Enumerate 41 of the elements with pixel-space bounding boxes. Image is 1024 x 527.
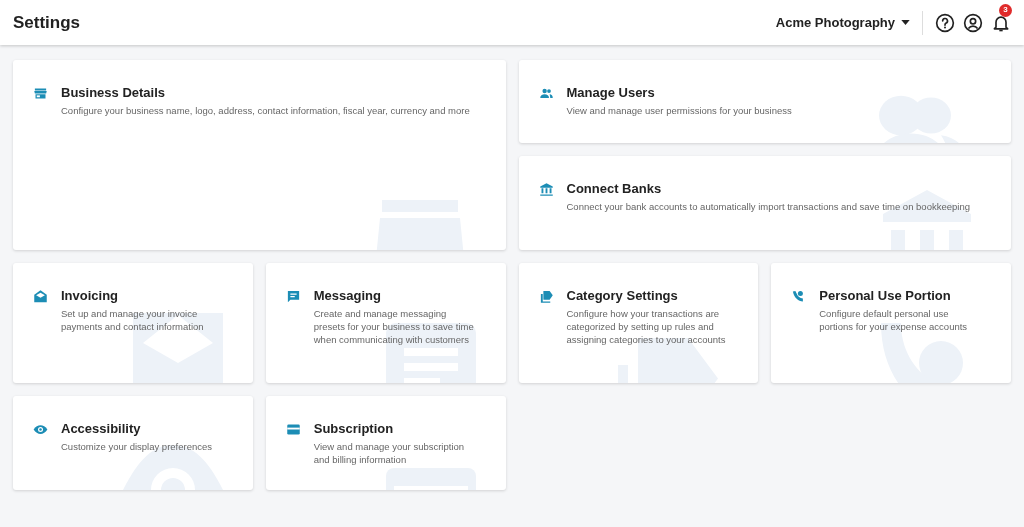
envelope-icon (33, 289, 48, 304)
bank-icon (538, 182, 554, 197)
settings-card[interactable]: Invoicing Set up and manage your invoice payments and contact information (13, 263, 253, 383)
card-description: Configure your business name, logo, address, contact information, fiscal year, currency and more (61, 104, 470, 117)
card-title: Invoicing (61, 288, 120, 304)
card-description: Create and manage messaging presets for your business to save time when communicating with customers (313, 307, 475, 346)
page-title: Settings (13, 11, 81, 34)
notification-badge: 3 (999, 3, 1012, 17)
card-icon (285, 422, 301, 437)
card-title: Connect Banks (566, 181, 663, 197)
eye-icon (33, 422, 48, 437)
settings-card[interactable]: Business Details Configure your business name, logo, address, contact information, fiscal year, currency and more (13, 60, 506, 250)
card-description: View and manage your subscription and billing information (313, 440, 466, 466)
settings-card[interactable]: Messaging Create and manage messaging presets for your business to save time when communicating with customers (265, 263, 506, 383)
card-title: Messaging (313, 288, 382, 304)
settings-card[interactable]: Accessibility Customize your display preferences (13, 396, 253, 490)
card-title: Subscription (313, 421, 395, 437)
card-description: Customize your display preferences (61, 440, 212, 453)
settings-card[interactable]: Subscription View and manage your subscription and billing information (265, 396, 506, 490)
card-title: Manage Users (566, 85, 656, 101)
users-icon (538, 86, 554, 101)
card-title: Category Settings (566, 288, 679, 304)
chat-icon (285, 289, 301, 304)
settings-card[interactable]: Category Settings Configure how your transactions are categorized by setting up rules and assigning categories to your accounts (518, 263, 759, 383)
card-description: Configure default personal use portions for your expense accounts (819, 307, 969, 333)
help-icon[interactable] (935, 12, 955, 33)
card-description: Connect your bank accounts to automatically import transactions and save time on bookkeeping (566, 200, 970, 213)
card-title: Accessibility (61, 421, 142, 437)
account-dropdown[interactable]: Acme Photography (775, 12, 922, 33)
card-title: Personal Use Portion (819, 288, 952, 304)
settings-card[interactable]: Manage Users View and manage user permissions for your business (518, 60, 1011, 143)
card-description: Configure how your transactions are categorized by setting up rules and assigning categories to your accounts (566, 307, 727, 346)
card-description: Set up and manage your invoice payments and contact information (61, 307, 205, 333)
store-icon (33, 86, 48, 101)
card-title: Business Details (61, 85, 167, 101)
settings-card[interactable]: Personal Use Portion Configure default personal use portions for your expense accounts (771, 263, 1011, 383)
tag-icon (538, 289, 554, 304)
account-icon[interactable] (963, 12, 983, 33)
settings-card[interactable]: Connect Banks Connect your bank accounts to automatically import transactions and save time on bookkeeping (518, 156, 1011, 250)
card-description: View and manage user permissions for your business (566, 104, 792, 117)
caret-icon (901, 20, 910, 25)
